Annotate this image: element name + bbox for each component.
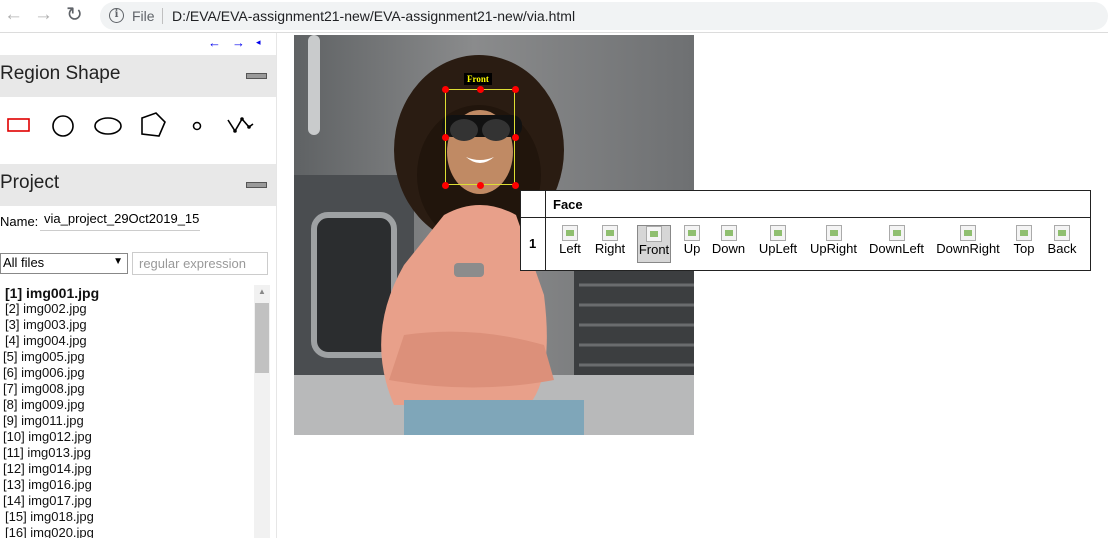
reload-icon[interactable]: ↻ [66,5,83,25]
forward-arrow-icon[interactable]: → [34,5,53,25]
option-down[interactable]: Down [711,225,746,263]
polyline-shape-icon[interactable] [225,113,255,137]
url-divider [162,8,163,24]
broken-image-icon [562,225,578,241]
circle-shape-icon[interactable] [51,114,77,138]
broken-image-icon [770,225,786,241]
navigation-arrows: ← → ◂ [200,35,276,55]
broken-image-icon [602,225,618,241]
broken-image-icon [646,226,662,242]
file-list-item[interactable]: [9] img011.jpg [0,413,255,429]
file-list-item[interactable]: [13] img016.jpg [0,477,255,493]
file-list-item[interactable]: [3] img003.jpg [0,317,255,333]
prev-image-arrow-icon[interactable]: ← [208,35,221,50]
back-arrow-icon[interactable]: ← [4,5,23,25]
option-upright[interactable]: UpRight [808,225,859,263]
scroll-up-arrow-icon[interactable]: ▲ [254,287,270,299]
broken-image-icon [888,225,905,241]
broken-image-icon [825,225,842,241]
file-list-item[interactable]: [15] img018.jpg [0,509,255,525]
option-top[interactable]: Top [1012,225,1036,263]
collapse-project-button[interactable] [246,182,267,188]
broken-image-icon [684,225,700,241]
file-list-item[interactable]: [16] img020.jpg [0,525,255,538]
point-shape-icon[interactable] [190,119,204,133]
region-shape-title: Region Shape [0,63,121,84]
file-list-item[interactable]: [12] img014.jpg [0,461,255,477]
url-text[interactable]: D:/EVA/EVA-assignment21-new/EVA-assignme… [172,8,575,24]
file-list-item[interactable]: [14] img017.jpg [0,493,255,509]
info-icon[interactable]: i [109,8,124,23]
region-resize-handle[interactable] [476,85,484,93]
polygon-shape-icon[interactable] [138,110,168,140]
rectangle-shape-icon[interactable] [6,115,32,135]
broken-image-icon [1016,225,1032,241]
scrollbar-thumb[interactable] [255,303,269,373]
attribute-name-header: Face [553,197,583,212]
broken-image-icon [720,225,737,241]
option-back[interactable]: Back [1045,225,1079,263]
region-resize-handle[interactable] [511,181,519,189]
project-name-label: Name: [0,214,39,229]
file-list-item[interactable]: [2] img002.jpg [0,301,255,317]
region-resize-handle[interactable] [441,181,449,189]
region-resize-handle[interactable] [441,133,449,141]
toggle-panel-icon[interactable]: ◂ [256,37,261,48]
file-filter-value: All files [3,255,45,270]
file-scheme-label: File [132,8,155,24]
file-filter-select[interactable]: All files ▼ [0,253,128,274]
browser-toolbar: ← → ↻ i File D:/EVA/EVA-assignment21-new… [0,0,1108,33]
file-list-item[interactable]: [10] img012.jpg [0,429,255,445]
selected-region-rectangle[interactable] [445,89,515,185]
region-attribute-editor: Face 1 Left Right Front Up Down UpLeft U… [520,190,1091,271]
region-shape-toolbar [0,95,276,161]
region-label-tag: Front [464,73,492,85]
file-list-item[interactable]: [1] img001.jpg [0,285,255,301]
file-list-item[interactable]: [11] img013.jpg [0,445,255,461]
file-list-item[interactable]: [8] img009.jpg [0,397,255,413]
region-resize-handle[interactable] [511,133,519,141]
region-resize-handle[interactable] [476,181,484,189]
region-shape-header[interactable]: Region Shape [0,55,276,97]
region-row-id: 1 [529,236,537,251]
file-list-scrollbar[interactable]: ▲ [254,285,270,538]
address-bar[interactable]: i File D:/EVA/EVA-assignment21-new/EVA-a… [100,2,1108,30]
project-title: Project [0,172,60,193]
file-list-item[interactable]: [5] img005.jpg [0,349,255,365]
left-sidebar: ← → ◂ Region Shape Project Name: via_pro… [0,33,277,538]
ellipse-shape-icon[interactable] [93,116,123,136]
option-left[interactable]: Left [559,225,581,263]
attribute-header-row [521,191,1090,218]
broken-image-icon [960,225,976,241]
region-resize-handle[interactable] [441,85,449,93]
collapse-region-shape-button[interactable] [246,73,267,79]
regex-filter-input[interactable]: regular expression [132,252,268,275]
option-right[interactable]: Right [593,225,627,263]
next-image-arrow-icon[interactable]: → [232,35,245,50]
project-header[interactable]: Project [0,164,276,206]
project-name-input[interactable]: via_project_29Oct2019_15 [40,209,200,231]
chevron-down-icon: ▼ [113,256,123,267]
broken-image-icon [1054,225,1070,241]
option-downleft[interactable]: DownLeft [868,225,925,263]
region-resize-handle[interactable] [511,85,519,93]
file-list-item[interactable]: [7] img008.jpg [0,381,255,397]
file-list-item[interactable]: [6] img006.jpg [0,365,255,381]
option-upleft[interactable]: UpLeft [757,225,799,263]
image-file-list: [1] img001.jpg [2] img002.jpg [3] img003.j… [0,285,255,538]
file-list-item[interactable]: [4] img004.jpg [0,333,255,349]
option-front[interactable]: Front [637,225,671,263]
option-downright[interactable]: DownRight [935,225,1001,263]
option-up[interactable]: Up [681,225,703,263]
